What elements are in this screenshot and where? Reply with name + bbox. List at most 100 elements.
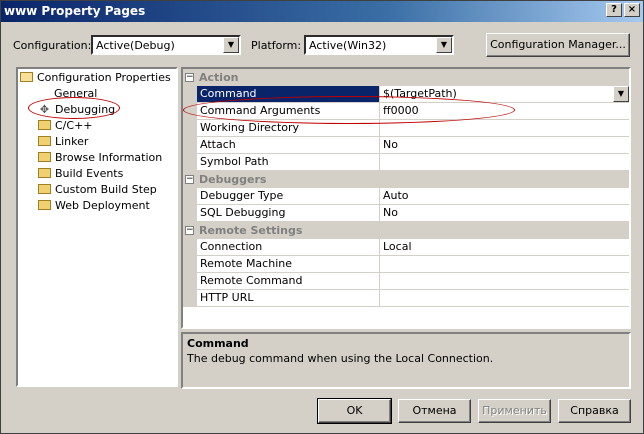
platform-value: Active(Win32) [309, 39, 387, 52]
title-bar: www Property Pages [0, 0, 644, 22]
close-button[interactable]: × [624, 3, 640, 17]
property-value-symbol-path[interactable] [380, 154, 629, 171]
property-row-attach[interactable]: Attach No [183, 137, 629, 154]
folder-icon [38, 152, 51, 162]
chevron-down-icon[interactable]: ▼ [613, 86, 629, 102]
description-panel: Command The debug command when using the… [181, 332, 631, 389]
tree-item-custom-build-step[interactable]: Custom Build Step [38, 182, 157, 198]
property-value-working-directory[interactable] [380, 120, 629, 137]
property-row-command-arguments[interactable]: Command Arguments ff0000 [183, 103, 629, 120]
property-name: Symbol Path [197, 154, 380, 171]
property-value-remote-machine[interactable] [380, 256, 629, 273]
row-gutter [183, 239, 197, 256]
property-row-debugger-type[interactable]: Debugger Type Auto [183, 188, 629, 205]
tree-item-label: Browse Information [55, 151, 163, 164]
folder-open-icon [20, 72, 33, 82]
configuration-label: Configuration: [13, 39, 92, 52]
row-gutter [183, 205, 197, 222]
platform-dropdown[interactable]: Active(Win32) ▼ [304, 35, 454, 55]
property-row-working-directory[interactable]: Working Directory [183, 120, 629, 137]
tree-item-label: Build Events [55, 167, 124, 180]
property-name: Attach [197, 137, 380, 154]
tree-item-label: Custom Build Step [55, 183, 157, 196]
property-value-sql-debugging[interactable]: No [380, 205, 629, 222]
row-gutter [183, 86, 197, 103]
property-row-connection[interactable]: Connection Local [183, 239, 629, 256]
property-value-connection[interactable]: Local [380, 239, 629, 256]
description-title: Command [187, 337, 249, 350]
category-label: Debuggers [199, 173, 267, 186]
configuration-manager-button[interactable]: Configuration Manager... [486, 33, 630, 57]
row-gutter [183, 103, 197, 120]
property-row-remote-machine[interactable]: Remote Machine [183, 256, 629, 273]
row-gutter [183, 188, 197, 205]
tree-root-configuration-properties[interactable]: Configuration Properties [20, 70, 171, 86]
category-label: Action [199, 71, 239, 84]
property-row-symbol-path[interactable]: Symbol Path [183, 154, 629, 171]
row-gutter [183, 154, 197, 171]
tree-item-web-deployment[interactable]: Web Deployment [38, 198, 150, 214]
window-title: www Property Pages [4, 4, 146, 18]
tree-item-label: General [54, 87, 98, 100]
folder-icon [38, 168, 51, 178]
row-gutter [183, 137, 197, 154]
tree-item-c-cpp[interactable]: C/C++ [38, 118, 93, 134]
collapse-icon[interactable]: − [185, 73, 194, 82]
configuration-dropdown[interactable]: Active(Debug) ▼ [91, 35, 241, 55]
property-value-attach[interactable]: No [380, 137, 629, 154]
folder-icon [38, 184, 51, 194]
property-value-command-arguments[interactable]: ff0000 [380, 103, 629, 120]
help-title-button[interactable]: ? [606, 3, 622, 17]
tree-item-general[interactable]: General [54, 86, 97, 102]
cancel-button[interactable]: Отмена [398, 399, 471, 423]
property-name: SQL Debugging [197, 205, 380, 222]
property-name: Command [197, 86, 380, 103]
collapse-icon[interactable]: − [185, 226, 194, 235]
platform-label: Platform: [251, 39, 302, 52]
tree-item-debugging[interactable]: ✥ Debugging [38, 102, 115, 118]
row-gutter [183, 256, 197, 273]
collapse-icon[interactable]: − [185, 175, 194, 184]
description-text: The debug command when using the Local C… [187, 352, 494, 365]
property-name: Working Directory [197, 120, 380, 137]
property-tree[interactable]: Configuration Properties General ✥ Debugg… [16, 67, 178, 387]
configuration-value: Active(Debug) [96, 39, 175, 52]
help-button[interactable]: Справка [558, 399, 631, 423]
property-value-debugger-type[interactable]: Auto [380, 188, 629, 205]
property-name: HTTP URL [197, 290, 380, 307]
category-action[interactable]: − Action [183, 69, 629, 86]
debug-wrench-icon: ✥ [39, 103, 50, 116]
chevron-down-icon[interactable]: ▼ [223, 37, 239, 53]
folder-icon [38, 200, 51, 210]
property-value-http-url[interactable] [380, 290, 629, 307]
tree-item-label: C/C++ [55, 119, 93, 132]
apply-button[interactable]: Применить [478, 399, 551, 423]
ok-button[interactable]: OK [317, 398, 392, 424]
property-value-text: $(TargetPath) [383, 87, 457, 100]
property-name: Connection [197, 239, 380, 256]
property-row-sql-debugging[interactable]: SQL Debugging No [183, 205, 629, 222]
folder-icon [38, 136, 51, 146]
row-gutter [183, 120, 197, 137]
category-debuggers[interactable]: − Debuggers [183, 171, 629, 188]
property-name: Command Arguments [197, 103, 380, 120]
property-name: Remote Command [197, 273, 380, 290]
property-name: Debugger Type [197, 188, 380, 205]
tree-item-label: Configuration Properties [37, 71, 171, 84]
chevron-down-icon[interactable]: ▼ [436, 37, 452, 53]
tree-item-linker[interactable]: Linker [38, 134, 88, 150]
category-remote-settings[interactable]: − Remote Settings [183, 222, 629, 239]
property-row-command[interactable]: Command $(TargetPath) ▼ [183, 86, 629, 103]
property-value-remote-command[interactable] [380, 273, 629, 290]
tree-item-label: Debugging [55, 103, 116, 116]
folder-icon [38, 120, 51, 130]
property-value-command[interactable]: $(TargetPath) ▼ [380, 86, 629, 103]
category-label: Remote Settings [199, 224, 303, 237]
tree-item-browse-information[interactable]: Browse Information [38, 150, 162, 166]
tree-item-label: Linker [55, 135, 89, 148]
property-row-http-url[interactable]: HTTP URL [183, 290, 629, 307]
property-row-remote-command[interactable]: Remote Command [183, 273, 629, 290]
row-gutter [183, 273, 197, 290]
property-grid[interactable]: − Action Command $(TargetPath) ▼ Command… [181, 67, 631, 329]
tree-item-build-events[interactable]: Build Events [38, 166, 123, 182]
